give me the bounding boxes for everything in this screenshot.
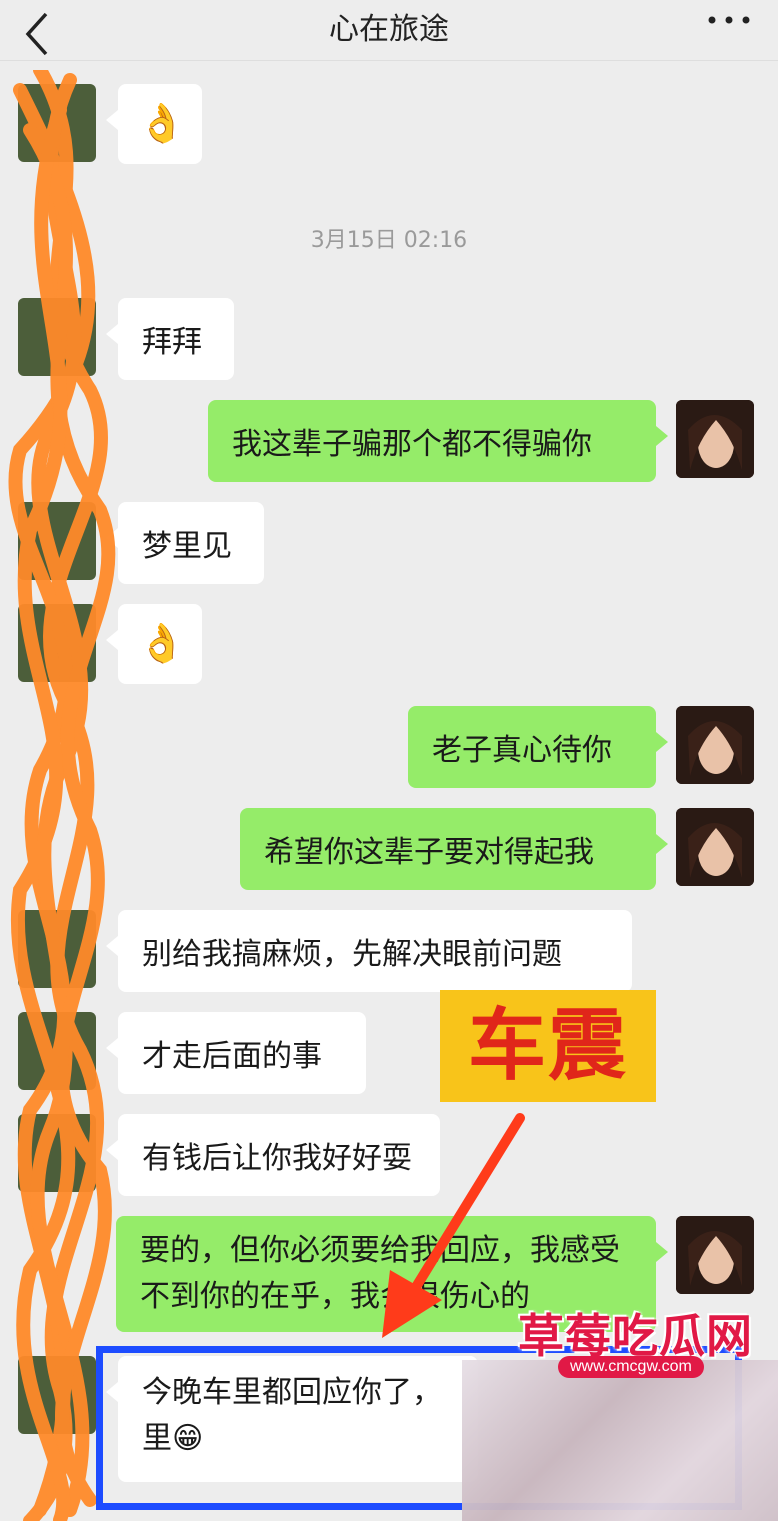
message-text: 别给我搞麻烦，先解决眼前问题: [142, 937, 562, 972]
self-avatar[interactable]: [676, 1216, 754, 1294]
ok-hand-emoji: 👌: [138, 101, 186, 145]
avatar-portrait-icon: [676, 400, 754, 478]
message-text: 才走后面的事: [142, 1039, 322, 1074]
chat-title: 心在旅途: [329, 12, 449, 47]
message-text: 拜拜: [142, 325, 202, 360]
arrow-icon: [382, 1113, 525, 1338]
avatar-portrait-icon: [676, 706, 754, 784]
message-text: 梦里见: [142, 529, 232, 564]
message-bubble[interactable]: 希望你这辈子要对得起我: [240, 808, 668, 890]
message-bubble[interactable]: 老子真心待你: [408, 706, 668, 788]
watermark-blur: [462, 1360, 778, 1521]
annotation-label: 车震: [440, 990, 656, 1102]
message-text: 希望你这辈子要对得起我: [264, 835, 594, 870]
message-bubble[interactable]: 别给我搞麻烦，先解决眼前问题: [106, 910, 632, 992]
avatar-portrait-icon: [676, 808, 754, 886]
more-options-icon[interactable]: [704, 10, 754, 30]
message-text: 老子真心待你: [432, 733, 612, 768]
self-avatar[interactable]: [676, 706, 754, 784]
message-bubble[interactable]: 我这辈子骗那个都不得骗你: [208, 400, 668, 482]
watermark-url: www.cmcgw.com: [558, 1356, 704, 1378]
chat-header: 心在旅途: [0, 0, 778, 61]
self-avatar[interactable]: [676, 400, 754, 478]
ok-hand-emoji: 👌: [138, 621, 186, 665]
self-avatar[interactable]: [676, 808, 754, 886]
message-bubble[interactable]: 才走后面的事: [106, 1012, 366, 1094]
avatar-portrait-icon: [676, 1216, 754, 1294]
message-text: 我这辈子骗那个都不得骗你: [232, 427, 592, 462]
censor-scribble: [8, 70, 116, 1521]
